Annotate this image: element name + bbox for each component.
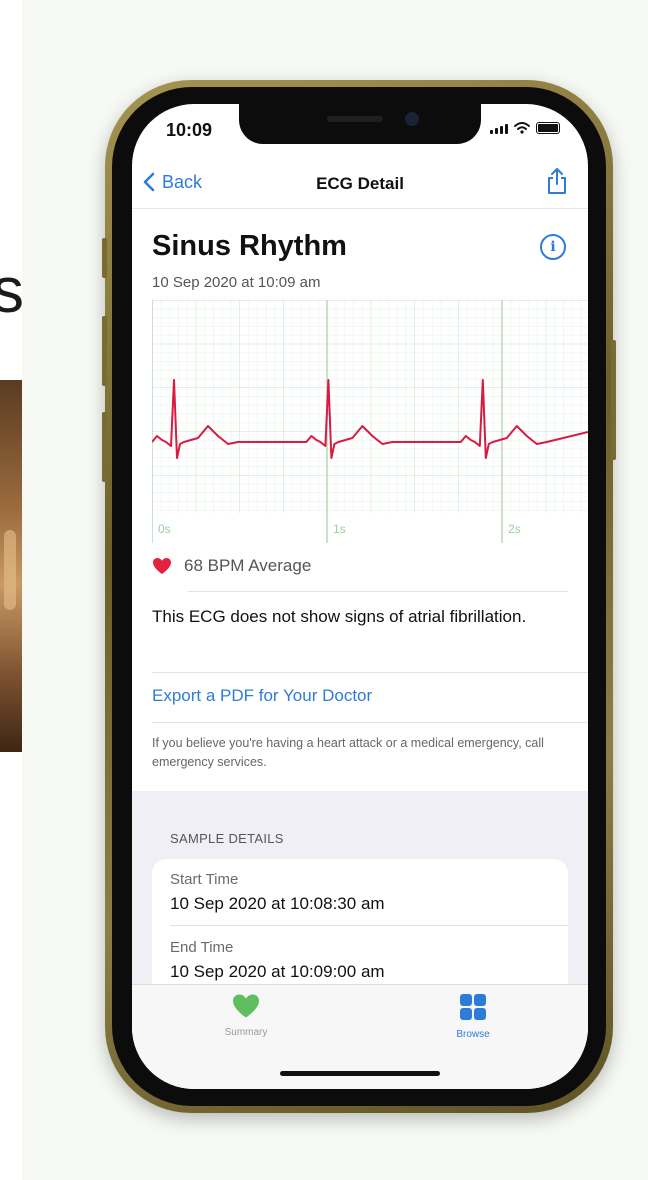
phone-side-button <box>102 316 107 386</box>
ecg-time-label: 0s <box>158 522 171 536</box>
ecg-classification-statement: This ECG does not show signs of atrial f… <box>152 607 527 626</box>
share-button[interactable] <box>544 166 570 201</box>
tab-browse[interactable]: Browse <box>413 993 533 1040</box>
start-time-label: Start Time <box>170 871 239 888</box>
ecg-time-label: 2s <box>508 522 521 536</box>
navigation-bar: Back ECG Detail <box>132 162 588 209</box>
home-indicator <box>280 1071 440 1076</box>
phone-side-button <box>102 412 107 482</box>
divider <box>152 672 588 673</box>
cellular-signal-icon <box>490 124 508 134</box>
tab-browse-label: Browse <box>456 1029 490 1040</box>
end-time-value: 10 Sep 2020 at 10:09:00 am <box>170 962 385 981</box>
phone-side-button <box>611 340 616 460</box>
export-pdf-link[interactable]: Export a PDF for Your Doctor <box>152 686 372 706</box>
bpm-average-text: 68 BPM Average <box>184 556 312 575</box>
tab-summary[interactable]: Summary <box>186 993 306 1038</box>
start-time-value: 10 Sep 2020 at 10:08:30 am <box>170 894 385 913</box>
status-icons <box>490 122 560 134</box>
recording-datetime: 10 Sep 2020 at 10:09 am <box>152 274 321 291</box>
ecg-waveform-chart: 0s 1s 2s <box>152 300 588 543</box>
heart-icon <box>153 558 171 574</box>
notch <box>239 104 481 144</box>
cropped-heading-letter: s <box>0 254 24 326</box>
sample-details-header: SAMPLE DETAILS <box>170 831 284 846</box>
page-title: ECG Detail <box>316 174 404 193</box>
divider <box>188 591 568 592</box>
ecg-time-label: 1s <box>333 522 346 536</box>
status-time: 10:09 <box>166 120 213 140</box>
tab-bar: Summary Browse <box>132 984 588 1089</box>
bpm-average-row: 68 BPM Average <box>152 556 311 576</box>
phone-side-button <box>102 238 107 278</box>
speaker-grille <box>327 116 383 122</box>
result-title: Sinus Rhythm <box>152 230 347 262</box>
tab-summary-label: Summary <box>224 1027 268 1038</box>
cropped-photo <box>0 380 22 752</box>
heart-icon <box>233 994 259 1018</box>
phone-screen: 10:09 Back ECG Detail Sinus Rhythm i 10 … <box>132 104 588 1089</box>
battery-icon <box>536 122 560 134</box>
end-time-label: End Time <box>170 939 234 956</box>
ecg-grid <box>152 300 588 513</box>
info-icon[interactable]: i <box>540 234 566 260</box>
wifi-icon <box>514 122 530 134</box>
emergency-disclaimer: If you believe you're having a heart att… <box>152 736 544 769</box>
front-camera <box>405 112 419 126</box>
divider <box>170 925 568 926</box>
grid-icon <box>460 994 486 1020</box>
share-icon <box>548 168 566 194</box>
divider <box>152 722 588 723</box>
